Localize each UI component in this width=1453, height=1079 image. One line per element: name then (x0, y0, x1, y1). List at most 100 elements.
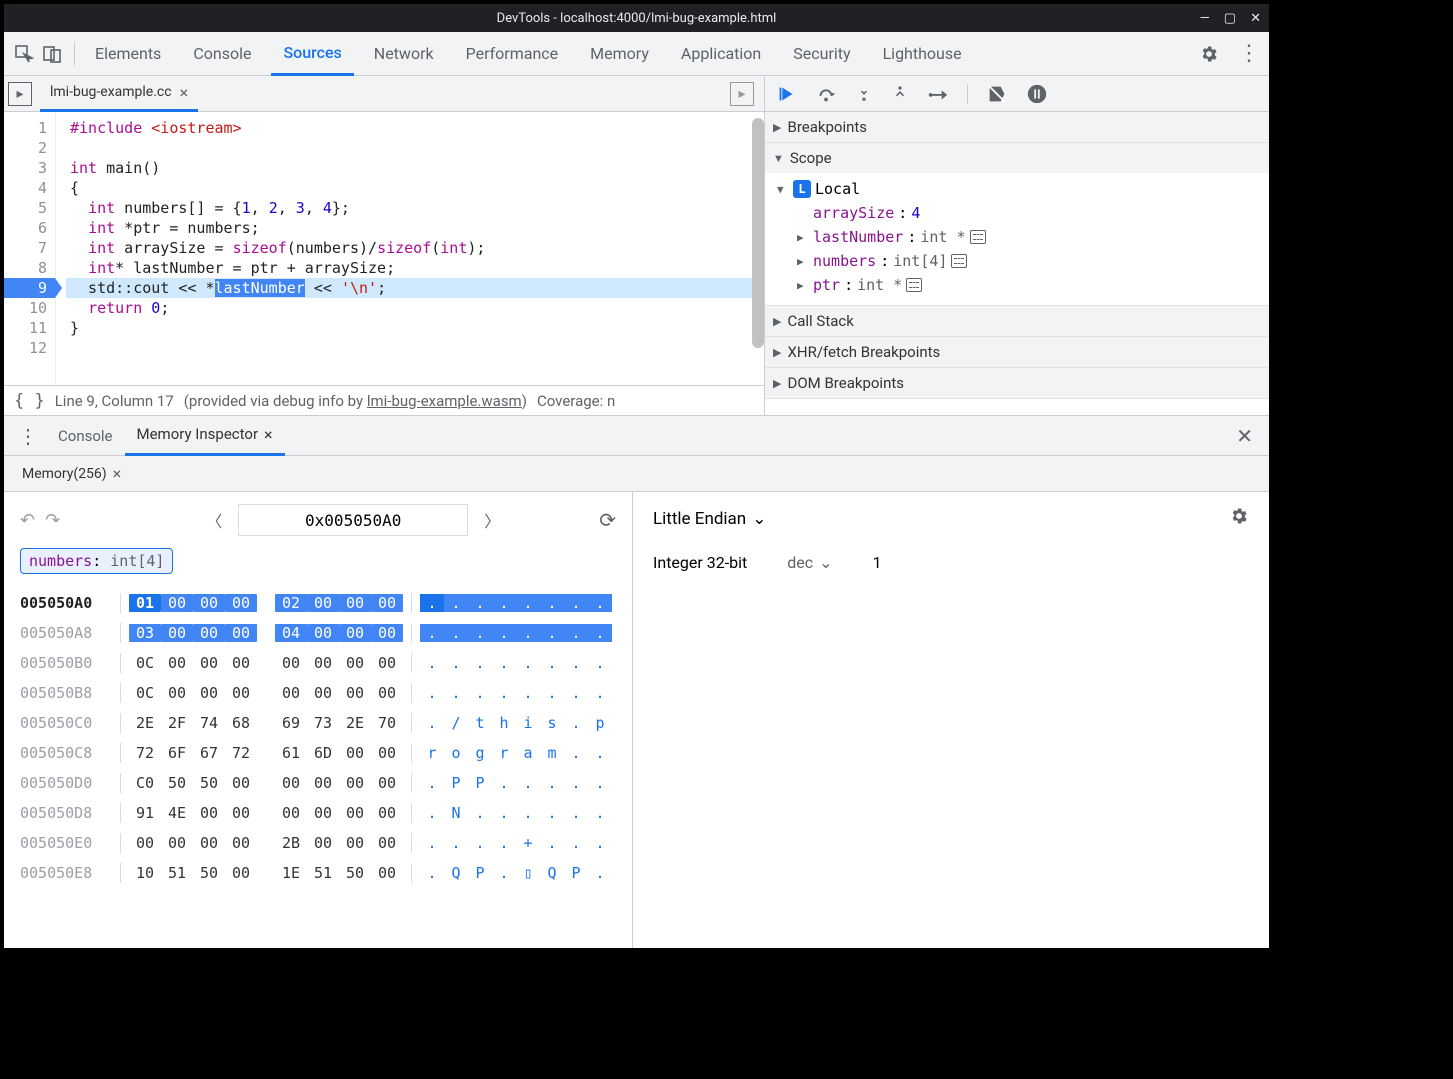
reveal-in-memory-icon[interactable] (906, 278, 922, 292)
highlighted-object-chip[interactable]: numbers: int[4] (20, 548, 173, 574)
file-tab-label: lmi-bug-example.cc (50, 84, 172, 100)
hex-row[interactable]: 005050E8105150001E515000.QP.▯QP. (20, 858, 616, 888)
resume-icon[interactable] (775, 83, 797, 105)
format-select[interactable]: dec ⌄ (787, 553, 832, 572)
drawer-menu-icon[interactable]: ⋮ (10, 424, 46, 448)
drawer-tab-console[interactable]: Console (46, 416, 125, 456)
next-page-icon[interactable]: 〉 (478, 508, 506, 532)
code-line[interactable] (66, 338, 764, 358)
main-tab-lighthouse[interactable]: Lighthouse (871, 32, 974, 76)
code-line[interactable]: #include <iostream> (66, 118, 764, 138)
memory-settings-icon[interactable] (1229, 506, 1249, 531)
window-title: DevTools - localhost:4000/lmi-bug-exampl… (497, 11, 777, 26)
scope-var-numbers[interactable]: ▶numbers: int[4] (777, 249, 1269, 273)
minimize-icon[interactable]: — (1200, 11, 1210, 26)
maximize-icon[interactable]: ▢ (1224, 11, 1236, 26)
undo-icon[interactable]: ↶ (20, 510, 35, 531)
hex-row[interactable]: 005050A00100000002000000........ (20, 588, 616, 618)
scope-var-lastNumber[interactable]: ▶lastNumber: int * (777, 225, 1269, 249)
main-toolbar: ElementsConsoleSourcesNetworkPerformance… (4, 32, 1269, 76)
window-titlebar: DevTools - localhost:4000/lmi-bug-exampl… (4, 4, 1269, 32)
drawer-tabs: ⋮ ConsoleMemory Inspector× ✕ (4, 416, 1269, 456)
settings-gear-icon[interactable] (1195, 40, 1223, 68)
debugger-toolbar (765, 76, 1269, 112)
redo-icon[interactable]: ↷ (45, 510, 60, 531)
main-tab-network[interactable]: Network (362, 32, 446, 76)
main-tab-memory[interactable]: Memory (578, 32, 661, 76)
file-tab[interactable]: lmi-bug-example.cc × (40, 76, 198, 112)
main-tab-application[interactable]: Application (669, 32, 773, 76)
hex-row[interactable]: 005050A80300000004000000........ (20, 618, 616, 648)
code-editor[interactable]: 123456789101112 #include <iostream>int m… (4, 112, 764, 385)
main-tab-performance[interactable]: Performance (454, 32, 571, 76)
scope-var-ptr[interactable]: ▶ptr: int * (777, 273, 1269, 297)
code-line[interactable] (66, 138, 764, 158)
step-out-icon[interactable] (891, 83, 909, 105)
panel-dom-breakpoints[interactable]: ▶DOM Breakpoints (765, 368, 1269, 398)
scrollbar[interactable] (752, 118, 764, 348)
run-snippet-icon[interactable]: ▸ (8, 82, 32, 106)
code-line[interactable]: int *ptr = numbers; (66, 218, 764, 238)
scope-var-arraySize[interactable]: arraySize: 4 (777, 201, 1269, 225)
code-line[interactable]: { (66, 178, 764, 198)
hex-row[interactable]: 005050D0C050500000000000.PP..... (20, 768, 616, 798)
code-line[interactable]: int arraySize = sizeof(numbers)/sizeof(i… (66, 238, 764, 258)
step-icon[interactable] (927, 83, 949, 105)
kebab-menu-icon[interactable]: ⋮ (1235, 40, 1263, 68)
hex-row[interactable]: 005050B00C00000000000000........ (20, 648, 616, 678)
step-into-icon[interactable] (855, 83, 873, 105)
main-tab-console[interactable]: Console (181, 32, 263, 76)
memory-nav: ↶ ↷ 〈 〉 ⟳ (20, 504, 616, 536)
code-line[interactable]: int* lastNumber = ptr + arraySize; (66, 258, 764, 278)
file-tabs: ▸ lmi-bug-example.cc × ▸ (4, 76, 764, 112)
reveal-in-memory-icon[interactable] (951, 254, 967, 268)
pretty-print-icon[interactable]: { } (14, 391, 45, 411)
hex-row[interactable]: 005050E0000000002B000000....+... (20, 828, 616, 858)
main-tab-sources[interactable]: Sources (271, 32, 353, 76)
code-line[interactable]: std::cout << *lastNumber << '\n'; (66, 278, 764, 298)
status-bar: { } Line 9, Column 17 (provided via debu… (4, 385, 764, 415)
deactivate-breakpoints-icon[interactable] (986, 83, 1008, 105)
chevron-down-icon: ⌄ (752, 509, 766, 529)
hex-row[interactable]: 005050C02E2F746869732E70./this.p (20, 708, 616, 738)
panel-scope[interactable]: ▼Scope (765, 143, 1269, 173)
code-line[interactable]: return 0; (66, 298, 764, 318)
hex-row[interactable]: 005050B80C00000000000000........ (20, 678, 616, 708)
step-over-icon[interactable] (815, 83, 837, 105)
debug-source-link[interactable]: lmi-bug-example.wasm (367, 392, 522, 410)
refresh-icon[interactable]: ⟳ (599, 508, 616, 532)
device-toggle-icon[interactable] (38, 40, 66, 68)
panel-breakpoints[interactable]: ▶Breakpoints (765, 112, 1269, 142)
main-tab-security[interactable]: Security (781, 32, 862, 76)
endianness-select[interactable]: Little Endian ⌄ (653, 509, 766, 529)
drawer-tab-memory-inspector[interactable]: Memory Inspector× (125, 416, 285, 456)
coverage-label: Coverage: n (537, 392, 615, 410)
scope-local[interactable]: ▼L Local (777, 177, 1269, 201)
integer-value: 1 (873, 553, 882, 572)
address-input[interactable] (238, 504, 468, 536)
memory-subtabs: Memory(256) × (4, 456, 1269, 492)
code-line[interactable]: int main() (66, 158, 764, 178)
panel-call-stack[interactable]: ▶Call Stack (765, 306, 1269, 336)
panel-xhr-fetch-breakpoints[interactable]: ▶XHR/fetch Breakpoints (765, 337, 1269, 367)
close-icon[interactable]: × (264, 425, 273, 444)
code-line[interactable]: int numbers[] = {1, 2, 3, 4}; (66, 198, 764, 218)
prev-page-icon[interactable]: 〈 (200, 508, 228, 532)
memory-subtab[interactable]: Memory(256) × (12, 456, 131, 492)
toggle-navigator-icon[interactable]: ▸ (730, 82, 754, 106)
close-drawer-icon[interactable]: ✕ (1226, 424, 1263, 448)
hex-viewer[interactable]: 005050A00100000002000000........005050A8… (20, 588, 616, 888)
integer-type-label: Integer 32-bit (653, 553, 747, 572)
hex-row[interactable]: 005050C8726F6772616D0000rogram.. (20, 738, 616, 768)
pause-exceptions-icon[interactable] (1026, 83, 1048, 105)
code-line[interactable]: } (66, 318, 764, 338)
close-window-icon[interactable]: ✕ (1250, 11, 1261, 26)
main-tab-elements[interactable]: Elements (83, 32, 173, 76)
hex-row[interactable]: 005050D8914E000000000000.N...... (20, 798, 616, 828)
close-tab-icon[interactable]: × (180, 83, 189, 102)
cursor-position: Line 9, Column 17 (55, 392, 174, 410)
chevron-down-icon: ⌄ (819, 553, 832, 572)
close-memory-tab-icon[interactable]: × (113, 464, 122, 483)
reveal-in-memory-icon[interactable] (970, 230, 986, 244)
inspect-icon[interactable] (10, 40, 38, 68)
